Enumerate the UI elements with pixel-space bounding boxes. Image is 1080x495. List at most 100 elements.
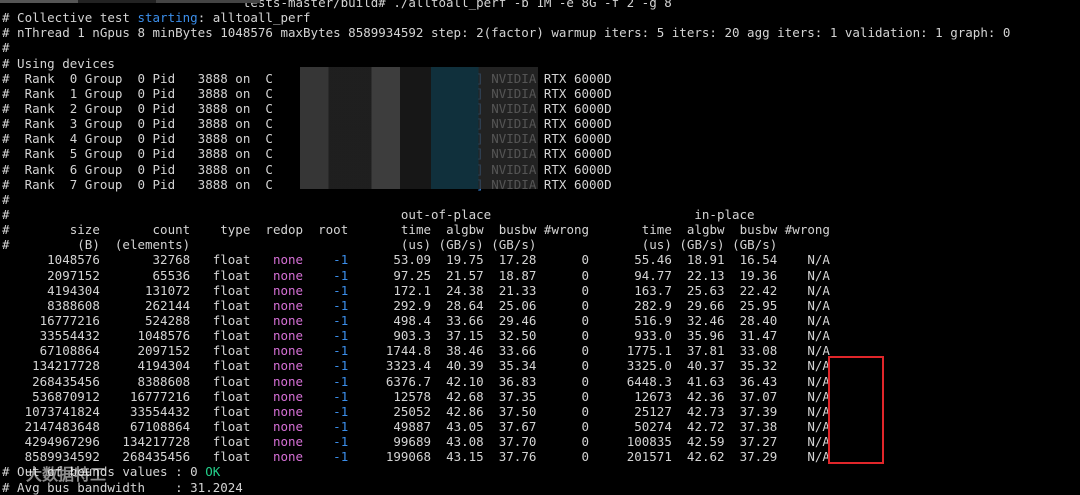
table-cell: 38.46 bbox=[431, 343, 484, 359]
table-cell: 1048576 bbox=[9, 252, 100, 268]
hash: # bbox=[2, 237, 10, 253]
table-cell: -1 bbox=[303, 373, 349, 389]
table-cell: float bbox=[190, 267, 251, 283]
table-cell: float bbox=[190, 403, 251, 419]
table-cell: 1073741824 bbox=[9, 403, 100, 419]
column-header bbox=[250, 237, 303, 252]
table-cell: 933.0 bbox=[589, 328, 672, 344]
table-cell: 3323.4 bbox=[348, 358, 432, 374]
table-cell: 8388608 bbox=[99, 373, 191, 389]
table-cell: 67108864 bbox=[9, 343, 100, 359]
watermark-logo: 大数据特工 bbox=[26, 465, 107, 484]
table-cell: 262144 bbox=[99, 297, 191, 313]
table-cell: 32.46 bbox=[671, 312, 725, 328]
table-cell: -1 bbox=[303, 418, 349, 434]
table-cell: float bbox=[190, 418, 251, 434]
column-header bbox=[777, 237, 830, 252]
device-row: # Rank 5 Group 0 Pid 3888 on C ] NVIDIA … bbox=[2, 146, 1080, 161]
table-cell: none bbox=[250, 343, 304, 359]
table-row: 8589934592 268435456 float none -1 19906… bbox=[2, 449, 1080, 464]
column-header: time bbox=[348, 222, 432, 238]
device-list: # Rank 0 Group 0 Pid 3888 on C ] NVIDIA … bbox=[2, 71, 1080, 192]
redacted-hostnames bbox=[300, 67, 538, 189]
column-header: (GB/s) bbox=[671, 237, 725, 253]
table-cell: 0 bbox=[536, 358, 590, 374]
table-cell: float bbox=[190, 252, 251, 268]
table-row: 1073741824 33554432 float none -1 25052 … bbox=[2, 404, 1080, 419]
column-header: algbw bbox=[431, 222, 484, 238]
table-cell: 37.50 bbox=[483, 403, 537, 419]
column-header: (us) bbox=[348, 237, 432, 253]
table-cell: 37.35 bbox=[483, 388, 537, 404]
table-cell: 1775.1 bbox=[589, 343, 672, 359]
table-cell: 22.13 bbox=[671, 267, 725, 283]
table-cell: 0 bbox=[536, 297, 590, 313]
table-cell: 37.70 bbox=[483, 434, 537, 450]
table-cell: 21.57 bbox=[431, 267, 484, 283]
table-cell: float bbox=[190, 358, 251, 374]
table-cell: 25127 bbox=[589, 403, 672, 419]
terminal-window[interactable]: tests-master/build# ./alltoall_perf -b 1… bbox=[0, 0, 1080, 495]
table-row: 1048576 32768 float none -1 53.09 19.75 … bbox=[2, 252, 1080, 267]
table-cell: N/A bbox=[777, 267, 830, 283]
table-cell: 32.50 bbox=[483, 328, 537, 344]
table-cell: N/A bbox=[777, 297, 830, 313]
table-cell: -1 bbox=[303, 358, 349, 374]
device-row: # Rank 1 Group 0 Pid 3888 on C ] NVIDIA … bbox=[2, 86, 1080, 101]
table-cell: float bbox=[190, 373, 251, 389]
table-cell: 0 bbox=[536, 449, 590, 465]
column-header: type bbox=[190, 222, 251, 238]
device-rank-info: # Rank 3 Group 0 Pid 3888 on C bbox=[2, 116, 273, 132]
table-row: 67108864 2097152 float none -1 1744.8 38… bbox=[2, 343, 1080, 358]
table-cell: 0 bbox=[536, 388, 590, 404]
table-cell: N/A bbox=[777, 434, 830, 450]
table-cell: 25.06 bbox=[483, 297, 537, 313]
table-cell: 524288 bbox=[99, 312, 191, 328]
table-cell: none bbox=[250, 312, 304, 328]
table-cell: 25052 bbox=[348, 403, 432, 419]
table-cell: 36.83 bbox=[483, 373, 537, 389]
table-cell: -1 bbox=[303, 449, 349, 465]
column-header bbox=[303, 237, 348, 252]
column-header: (GB/s) bbox=[724, 237, 778, 253]
table-cell: 4194304 bbox=[99, 358, 191, 374]
table-row: 2147483648 67108864 float none -1 49887 … bbox=[2, 419, 1080, 434]
table-cell: 18.87 bbox=[483, 267, 537, 283]
table-cell: 37.27 bbox=[724, 434, 778, 450]
column-header: algbw bbox=[671, 222, 725, 238]
column-header: size bbox=[9, 222, 100, 238]
column-header: #wrong bbox=[536, 222, 590, 238]
table-cell: 268435456 bbox=[9, 373, 100, 389]
table-cell: 134217728 bbox=[9, 358, 100, 374]
table-cell: 94.77 bbox=[589, 267, 672, 283]
column-header: redop bbox=[250, 222, 304, 238]
table-cell: -1 bbox=[303, 434, 349, 450]
table-cell: 0 bbox=[536, 252, 590, 268]
table-cell: float bbox=[190, 282, 251, 298]
hash: # bbox=[2, 222, 10, 238]
table-cell: 199068 bbox=[348, 449, 432, 465]
table-cell: 97.25 bbox=[348, 267, 432, 283]
column-header: (elements) bbox=[99, 237, 191, 253]
table-cell: 49887 bbox=[348, 418, 432, 434]
table-cell: 134217728 bbox=[99, 434, 191, 450]
row-pad bbox=[2, 419, 10, 434]
table-cell: 6448.3 bbox=[589, 373, 672, 389]
table-cell: 2097152 bbox=[9, 267, 100, 283]
table-cell: N/A bbox=[777, 403, 830, 419]
row-pad bbox=[2, 283, 10, 298]
table-cell: 0 bbox=[536, 328, 590, 344]
row-pad bbox=[2, 374, 10, 389]
table-cell: 42.62 bbox=[671, 449, 725, 465]
column-header bbox=[536, 237, 589, 252]
table-cell: 37.38 bbox=[724, 418, 778, 434]
table-cell: none bbox=[250, 403, 304, 419]
table-cell: 40.39 bbox=[431, 358, 484, 374]
table-cell: none bbox=[250, 328, 304, 344]
device-row: # Rank 2 Group 0 Pid 3888 on C ] NVIDIA … bbox=[2, 101, 1080, 116]
table-cell: 0 bbox=[536, 282, 590, 298]
row-pad bbox=[2, 252, 10, 267]
row-pad bbox=[2, 434, 10, 449]
table-cell: 37.76 bbox=[483, 449, 537, 465]
table-cell: 33.66 bbox=[431, 312, 484, 328]
